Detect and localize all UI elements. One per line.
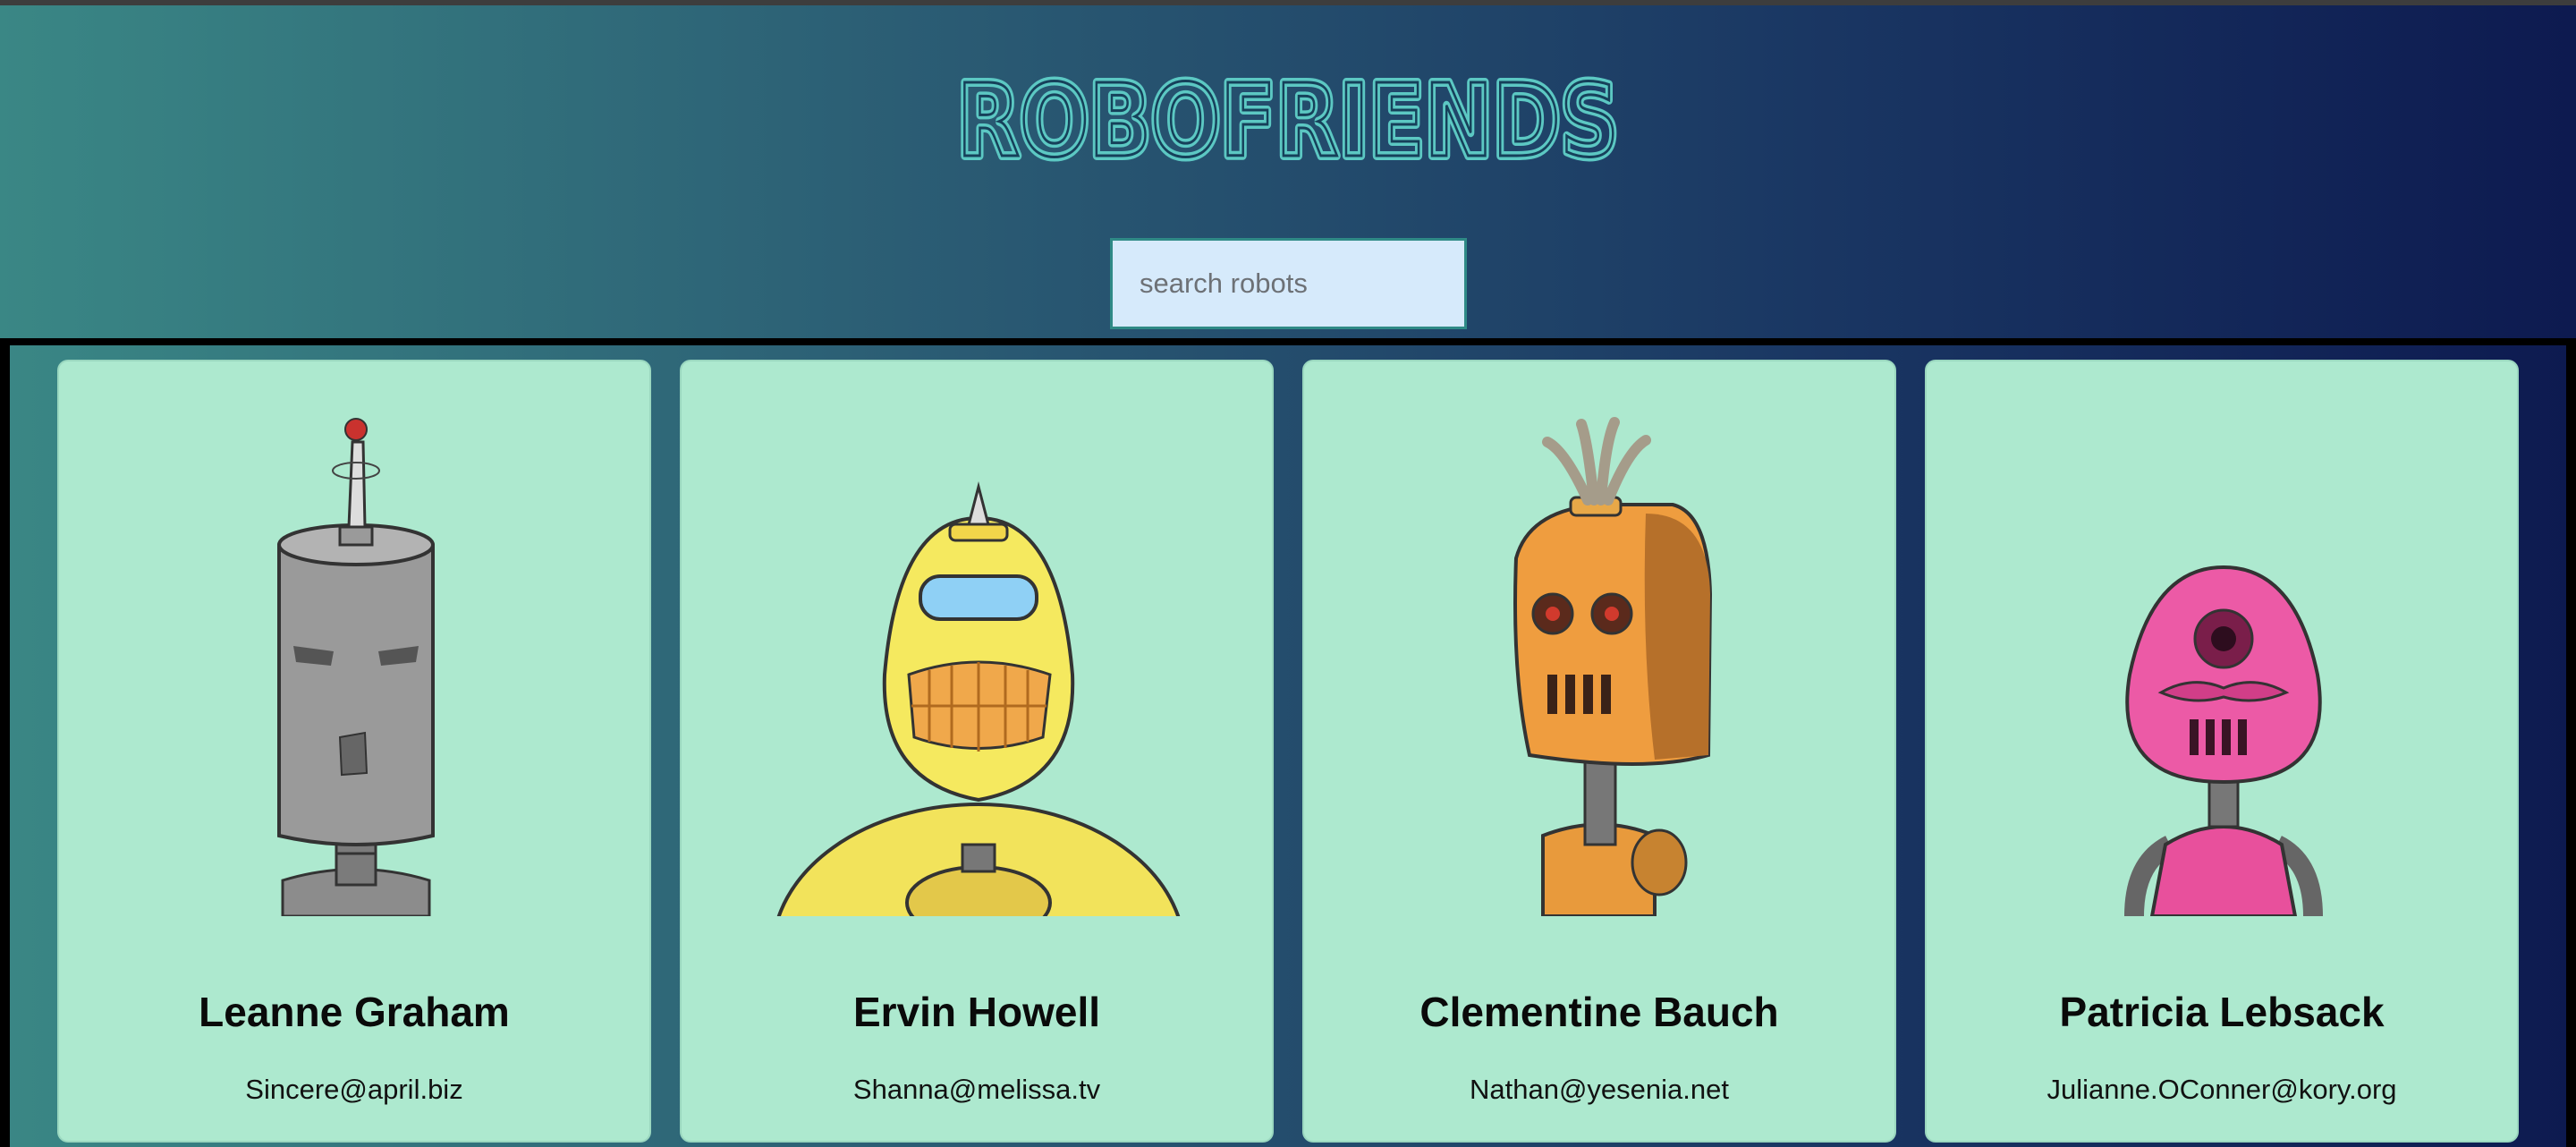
app-title-logo: ROBOFRIENDS ROBOFRIENDS	[953, 63, 1623, 170]
card-list-scroll-area[interactable]: Leanne Graham Sincere@april.biz Ervin Ho…	[0, 338, 2576, 1147]
robot-email: Julianne.OConner@kory.org	[2046, 1074, 2397, 1105]
search-input[interactable]	[1110, 238, 1467, 329]
yellow-robot-icon	[776, 481, 1181, 916]
grey-robot-icon	[277, 418, 435, 916]
robot-card: Patricia Lebsack Julianne.OConner@kory.o…	[1925, 360, 2519, 1143]
robot-email: Shanna@melissa.tv	[852, 1074, 1101, 1105]
robot-card: Ervin Howell Shanna@melissa.tv	[680, 360, 1274, 1143]
app-title-inner-line: ROBOFRIENDS	[957, 64, 1619, 170]
robot-name: Ervin Howell	[852, 989, 1101, 1035]
robot-card: Leanne Graham Sincere@april.biz	[57, 360, 651, 1143]
app-header: ROBOFRIENDS ROBOFRIENDS	[0, 5, 2576, 338]
robot-name: Leanne Graham	[199, 989, 510, 1035]
card-list: Leanne Graham Sincere@april.biz Ervin Ho…	[57, 360, 2519, 1147]
robot-card: Clementine Bauch Nathan@yesenia.net	[1302, 360, 1896, 1143]
robot-email: Sincere@april.biz	[245, 1074, 463, 1105]
robot-name: Patricia Lebsack	[2059, 989, 2385, 1035]
robot-email: Nathan@yesenia.net	[1470, 1074, 1729, 1105]
robot-name: Clementine Bauch	[1419, 989, 1779, 1035]
pink-robot-icon	[2124, 565, 2323, 916]
orange-robot-icon	[1513, 417, 1713, 916]
